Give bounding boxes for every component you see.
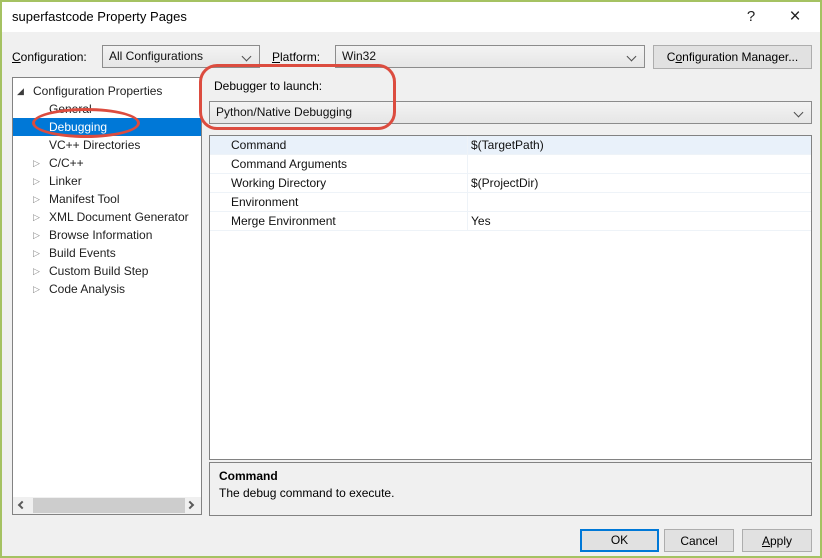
expander-collapsed-icon[interactable]: ▷	[33, 190, 40, 208]
tree-item-vcpp-directories[interactable]: VC++ Directories	[13, 136, 201, 154]
help-icon[interactable]: ?	[734, 2, 768, 32]
platform-dropdown[interactable]: Win32	[335, 45, 645, 68]
tree-item-browse-information[interactable]: ▷ Browse Information	[13, 226, 201, 244]
expander-expanded-icon[interactable]: ◢	[17, 82, 24, 100]
configuration-manager-button[interactable]: Configuration Manager...	[653, 45, 812, 69]
grid-row-command-arguments[interactable]: Command Arguments	[210, 155, 811, 174]
property-value[interactable]	[468, 155, 811, 173]
grid-row-merge-environment[interactable]: Merge Environment Yes	[210, 212, 811, 231]
property-value[interactable]: $(TargetPath)	[468, 136, 811, 154]
grid-row-command[interactable]: Command $(TargetPath)	[210, 136, 811, 155]
tree-item-debugging[interactable]: Debugging	[13, 118, 201, 136]
debugger-dropdown[interactable]: Python/Native Debugging	[209, 101, 812, 124]
expander-collapsed-icon[interactable]: ▷	[33, 208, 40, 226]
tree-item-linker[interactable]: ▷ Linker	[13, 172, 201, 190]
expander-collapsed-icon[interactable]: ▷	[33, 280, 40, 298]
description-title: Command	[219, 469, 278, 483]
expander-collapsed-icon[interactable]: ▷	[33, 262, 40, 280]
property-name[interactable]: Environment	[210, 193, 468, 211]
grid-row-working-directory[interactable]: Working Directory $(ProjectDir)	[210, 174, 811, 193]
close-icon[interactable]: ×	[778, 2, 812, 32]
expander-collapsed-icon[interactable]: ▷	[33, 154, 40, 172]
scroll-left-icon[interactable]	[13, 497, 30, 514]
tree-item-build-events[interactable]: ▷ Build Events	[13, 244, 201, 262]
property-value[interactable]: $(ProjectDir)	[468, 174, 811, 192]
configuration-dropdown[interactable]: All Configurations	[102, 45, 260, 68]
tree-horizontal-scrollbar[interactable]	[13, 497, 201, 514]
debugger-dropdown-value: Python/Native Debugging	[216, 105, 353, 119]
configuration-dropdown-value: All Configurations	[109, 49, 204, 63]
expander-collapsed-icon[interactable]: ▷	[33, 244, 40, 262]
expander-collapsed-icon[interactable]: ▷	[33, 172, 40, 190]
tree-item-xml-document-generator[interactable]: ▷ XML Document Generator	[13, 208, 201, 226]
tree-item-code-analysis[interactable]: ▷ Code Analysis	[13, 280, 201, 298]
property-pages-dialog: superfastcode Property Pages ? × Configu…	[0, 0, 822, 558]
chevron-down-icon	[626, 51, 637, 62]
property-tree-panel: ◢ Configuration Properties General Debug…	[12, 77, 202, 515]
scrollbar-thumb[interactable]	[33, 498, 185, 513]
cancel-button[interactable]: Cancel	[664, 529, 734, 552]
property-grid: Command $(TargetPath) Command Arguments …	[209, 135, 812, 460]
property-name[interactable]: Merge Environment	[210, 212, 468, 230]
tree-item-c-cpp[interactable]: ▷ C/C++	[13, 154, 201, 172]
ok-button[interactable]: OK	[580, 529, 659, 552]
property-name[interactable]: Working Directory	[210, 174, 468, 192]
title-bar: superfastcode Property Pages ? ×	[2, 2, 820, 32]
chevron-down-icon	[793, 107, 804, 118]
configuration-label: Configuration:	[12, 50, 87, 64]
tree-item-custom-build-step[interactable]: ▷ Custom Build Step	[13, 262, 201, 280]
scroll-right-icon[interactable]	[184, 497, 201, 514]
debugger-to-launch-label: Debugger to launch:	[214, 79, 323, 93]
apply-button[interactable]: Apply	[742, 529, 812, 552]
tree-item-manifest-tool[interactable]: ▷ Manifest Tool	[13, 190, 201, 208]
expander-collapsed-icon[interactable]: ▷	[33, 226, 40, 244]
property-description-panel: Command The debug command to execute.	[209, 462, 812, 516]
tree-item-configuration-properties[interactable]: ◢ Configuration Properties	[13, 82, 201, 100]
property-name[interactable]: Command Arguments	[210, 155, 468, 173]
grid-row-environment[interactable]: Environment	[210, 193, 811, 212]
tree-item-general[interactable]: General	[13, 100, 201, 118]
platform-dropdown-value: Win32	[342, 49, 377, 63]
property-value[interactable]: Yes	[468, 212, 811, 230]
property-value[interactable]	[468, 193, 811, 211]
description-text: The debug command to execute.	[219, 486, 395, 500]
platform-label: Platform:	[272, 50, 321, 64]
window-title: superfastcode Property Pages	[12, 9, 187, 24]
chevron-down-icon	[241, 51, 252, 62]
property-name[interactable]: Command	[210, 136, 468, 154]
